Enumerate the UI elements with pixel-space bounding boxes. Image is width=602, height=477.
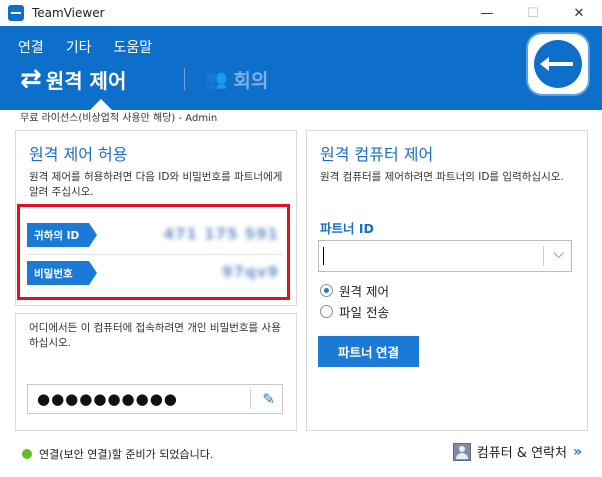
window-controls: — ☐ ✕ — [464, 0, 602, 26]
pencil-icon[interactable]: ✎ — [262, 390, 275, 408]
arrows-icon: ⇄ — [20, 64, 42, 94]
partner-id-input[interactable]: ⌵ — [318, 240, 572, 272]
tab-remote-control-label: 원격 제어 — [45, 68, 127, 93]
allow-panel-desc: 원격 제어를 허용하려면 다음 ID와 비밀번호를 파트너에게 알려 주십시오. — [29, 171, 283, 198]
header: 연결 기타 도움말 ⇄ 원격 제어 👥 회의 — [0, 26, 602, 110]
personal-password-desc: 어디에서든 이 컴퓨터에 접속하려면 개인 비밀번호를 사용하십시오. — [29, 322, 281, 349]
tab-meeting[interactable]: 👥 회의 — [205, 66, 268, 93]
teamviewer-logo-icon — [8, 5, 24, 21]
status-dot-icon — [22, 449, 32, 459]
radio-remote-control-button[interactable] — [320, 284, 333, 297]
computers-contacts-button[interactable]: 컴퓨터 & 연락처 » — [452, 442, 582, 461]
teamviewer-big-logo-icon — [528, 34, 588, 94]
tab-meeting-label: 회의 — [233, 70, 269, 92]
partner-id-label: 파트너 ID — [320, 221, 374, 236]
control-panel-title: 원격 컴퓨터 제어 — [320, 145, 434, 164]
computers-contacts-label: 컴퓨터 & 연락처 — [476, 446, 567, 461]
title-bar: TeamViewer — ☐ ✕ — [0, 0, 602, 26]
menu-bar: 연결 기타 도움말 — [18, 37, 152, 57]
status-bar: 연결(보안 연결)할 준비가 되었습니다. — [22, 446, 213, 462]
radio-remote-control-label: 원격 제어 — [339, 284, 389, 299]
contact-icon — [452, 442, 471, 461]
highlight-box — [17, 204, 290, 300]
menu-connection[interactable]: 연결 — [18, 37, 44, 57]
window-title: TeamViewer — [32, 6, 105, 20]
radio-remote-control[interactable]: 원격 제어 — [320, 281, 389, 300]
radio-file-transfer-label: 파일 전송 — [339, 305, 389, 320]
personal-password-input[interactable]: ●●●●●●●●●● ✎ — [27, 384, 283, 414]
tab-divider — [184, 68, 185, 90]
password-dots: ●●●●●●●●●● — [37, 390, 178, 408]
chevron-down-icon[interactable]: ⌵ — [553, 246, 564, 262]
connect-partner-button[interactable]: 파트너 연결 — [318, 336, 419, 367]
text-caret — [323, 247, 324, 265]
menu-extras[interactable]: 기타 — [66, 37, 92, 57]
tab-remote-control[interactable]: ⇄ 원격 제어 — [20, 64, 126, 94]
control-panel-desc: 원격 컴퓨터를 제어하려면 파트너의 ID를 입력하십시오. — [320, 171, 564, 183]
menu-help[interactable]: 도움말 — [114, 37, 153, 57]
close-button[interactable]: ✕ — [556, 0, 602, 26]
radio-file-transfer-button[interactable] — [320, 305, 333, 318]
license-text: 무료 라이선스(비상업적 사용만 해당) - Admin — [20, 113, 218, 124]
people-icon: 👥 — [205, 69, 228, 90]
double-chevron-right-icon: » — [572, 443, 582, 460]
maximize-button[interactable]: ☐ — [510, 0, 556, 26]
minimize-button[interactable]: — — [464, 0, 510, 26]
status-text: 연결(보안 연결)할 준비가 되었습니다. — [39, 448, 214, 461]
radio-file-transfer[interactable]: 파일 전송 — [320, 302, 389, 321]
allow-panel-title: 원격 제어 허용 — [29, 145, 128, 164]
